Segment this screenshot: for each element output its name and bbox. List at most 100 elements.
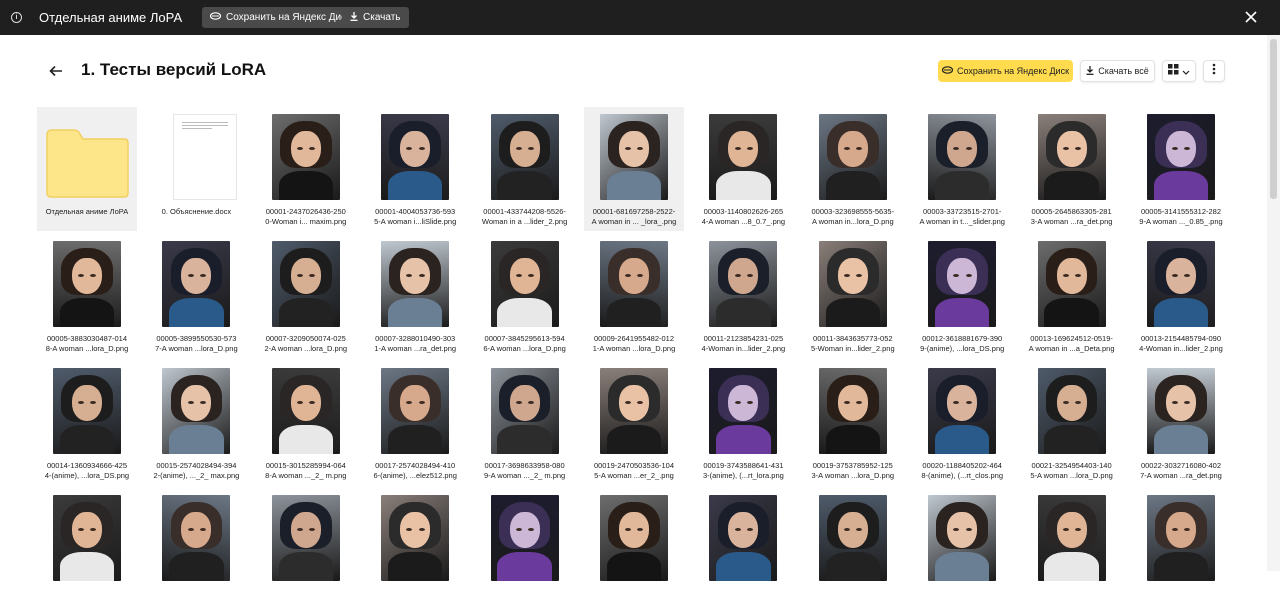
file-name-line-1: 00020-1188405202-464 [922,461,1002,470]
folder-item[interactable]: Отдельная аниме ЛоРА [37,107,137,231]
image-item[interactable]: 00003-1140802626-265 4-A woman ...8_0.7_.… [693,107,793,231]
image-item[interactable]: 00013-2154485794-090 4-Woman in...lider_2… [1131,234,1231,358]
file-name-line-1: 00007-3209050074-025 [265,334,346,343]
file-name-line-1: 00017-3698633958-080 [484,461,565,470]
image-item[interactable]: 00020-1188405202-464 8-(anime), (...rt_cl… [912,361,1012,485]
image-thumbnail [490,368,559,454]
file-name-line-1: 00003-323698555-5635- [811,207,895,216]
close-icon[interactable] [1243,9,1259,25]
file-name-line-2: 2-A woman ...lora_D.png [264,343,348,353]
image-item[interactable] [365,488,465,612]
image-item[interactable] [693,488,793,612]
image-item[interactable] [1131,488,1231,612]
image-item[interactable]: 00013-169624512-0519- A woman in ...a_Det… [1022,234,1122,358]
save-to-disk-button[interactable]: Сохранить на Яндекс Диск [202,7,359,28]
file-name: 00022-3032716080-402 7-A woman ...ra_det.… [1131,461,1231,480]
image-thumbnail [490,495,559,581]
file-name-line-1: 00001-681697258-2522- [592,207,676,216]
chevron-down-icon [1182,62,1190,80]
image-item[interactable]: 00011-3843635773-052 5-Woman in...lider_2… [803,234,903,358]
image-item[interactable]: 00001-681697258-2522- A woman in ... _lor… [584,107,684,231]
docx-file-icon [173,114,238,200]
info-icon[interactable]: i [11,12,22,23]
file-name: 00001-2437026436-250 0-Woman i... maxim.p… [256,207,356,226]
image-item[interactable]: 00012-3618881679-390 9-(anime), ...lora_D… [912,234,1012,358]
image-item[interactable]: 00007-3845295613-594 6-A woman ...lora_D.… [475,234,575,358]
scrollbar-thumb[interactable] [1270,39,1277,199]
image-thumbnail [600,495,668,581]
download-icon [1086,65,1094,77]
image-item[interactable]: 00011-2123854231-025 4-Woman in...lider_2… [693,234,793,358]
image-item[interactable]: 00005-3141555312-282 9-A woman ..._0.85_.… [1131,107,1231,231]
image-item[interactable]: 00021-3254954403-140 5-A woman ...lora_D.… [1022,361,1122,485]
image-thumbnail [381,241,450,327]
image-item[interactable]: 00007-3209050074-025 2-A woman ...lora_D.… [256,234,356,358]
image-item[interactable]: 00005-2645863305-281 3-A woman ...ra_det.… [1022,107,1122,231]
file-name-line-1: 00019-2470503536-104 [593,461,675,470]
more-options-button[interactable] [1203,60,1225,82]
file-name: 00009-2641955482-012 1-A woman ...lora_D.… [584,334,684,353]
image-item[interactable] [584,488,684,612]
image-thumbnail [1037,241,1106,327]
image-item[interactable]: 00005-3899550530-573 7-A woman ...lora_D.… [146,234,246,358]
image-item[interactable] [256,488,356,612]
image-item[interactable]: 00015-2574028494-394 2-(anime), ..._2_ ma… [146,361,246,485]
image-item[interactable]: 00003-33723515-2701- A woman in t..._slid… [912,107,1012,231]
file-name-line-2: 5-A woman i...liSlide.png [374,216,457,226]
file-name-line-2: 3-(anime), (...rt_lora.png [702,470,784,480]
image-thumbnail [709,241,778,327]
image-item[interactable]: 00005-3883030487-014 8-A woman ...lora_D.… [37,234,137,358]
image-item[interactable]: 00015-3015285994-064 8-A woman ..._2_ m.p… [256,361,356,485]
image-item[interactable]: 00019-2470503536-104 5-A woman ...er_2_.p… [584,361,684,485]
download-all-label: Скачать всё [1098,66,1149,76]
file-name-line-2: 6-A woman ...lora_D.png [483,343,566,353]
save-to-disk-main-button[interactable]: Сохранить на Яндекс Диск [938,60,1073,82]
file-name-line-2: 6-(anime), ...elez512.png [373,470,457,480]
file-name-line-2: 1-A woman ...ra_det.png [374,343,457,353]
image-item[interactable] [475,488,575,612]
image-item[interactable] [803,488,903,612]
file-name-line-1: 00009-2641955482-012 [593,334,675,343]
image-item[interactable]: 00009-2641955482-012 1-A woman ...lora_D.… [584,234,684,358]
file-name-line-1: 00019-3743588641-431 [703,461,784,470]
file-name-line-2: 2-(anime), ..._2_ max.png [153,470,240,480]
image-item[interactable]: 00001-433744208-5526- Woman in a ...lider… [475,107,575,231]
image-item[interactable]: 00019-3743588641-431 3-(anime), (...rt_lo… [693,361,793,485]
image-thumbnail [600,241,668,327]
image-item[interactable]: 00014-1360934666-425 4-(anime), ...lora_D… [37,361,137,485]
image-item[interactable]: 00001-4004053736-593 5-A woman i...liSlid… [365,107,465,231]
download-button[interactable]: Скачать [342,7,409,28]
image-item[interactable]: 00017-2574028494-410 6-(anime), ...elez51… [365,361,465,485]
image-thumbnail [162,495,231,581]
scrollbar[interactable] [1267,35,1280,571]
image-item[interactable]: 00022-3032716080-402 7-A woman ...ra_det.… [1131,361,1231,485]
save-to-disk-main-label: Сохранить на Яндекс Диск [956,66,1070,76]
file-name-line-1: 00021-3254954403-140 [1031,461,1112,470]
image-item[interactable]: 00001-2437026436-250 0-Woman i... maxim.p… [256,107,356,231]
file-name: 00001-681697258-2522- A woman in ... _lor… [584,207,684,226]
image-thumbnail [1037,114,1106,200]
image-item[interactable]: 00019-3753785952-125 3-A woman ...lora_D.… [803,361,903,485]
image-item[interactable]: 00017-3698633958-080 9-A woman ..._2_ m.p… [475,361,575,485]
file-name: 0. Объяснение.docx [146,207,246,217]
back-arrow-icon[interactable] [48,63,64,79]
file-name-line-2: 7-A woman ...lora_D.png [155,343,238,353]
view-mode-button[interactable] [1162,60,1196,82]
image-item[interactable] [912,488,1012,612]
image-item[interactable]: 00003-323698555-5635- A woman in...lora_D… [803,107,903,231]
image-thumbnail [271,368,340,454]
file-name-line-1: 00019-3753785952-125 [812,461,893,470]
image-item[interactable]: 00007-3288010490-303 1-A woman ...ra_det.… [365,234,465,358]
file-name: 00020-1188405202-464 8-(anime), (...rt_cl… [912,461,1012,480]
image-item[interactable] [146,488,246,612]
file-name-line-1: 00011-3843635773-052 [813,334,893,343]
download-all-button[interactable]: Скачать всё [1080,60,1155,82]
document-item[interactable]: 0. Объяснение.docx [146,107,246,231]
image-thumbnail [1037,368,1106,454]
image-item[interactable] [37,488,137,612]
image-thumbnail [709,114,778,200]
image-thumbnail [1147,368,1215,454]
image-item[interactable] [1022,488,1122,612]
file-name-line-2: 9-A woman ..._2_ m.png [483,470,566,480]
file-name: 00015-3015285994-064 8-A woman ..._2_ m.p… [256,461,356,480]
